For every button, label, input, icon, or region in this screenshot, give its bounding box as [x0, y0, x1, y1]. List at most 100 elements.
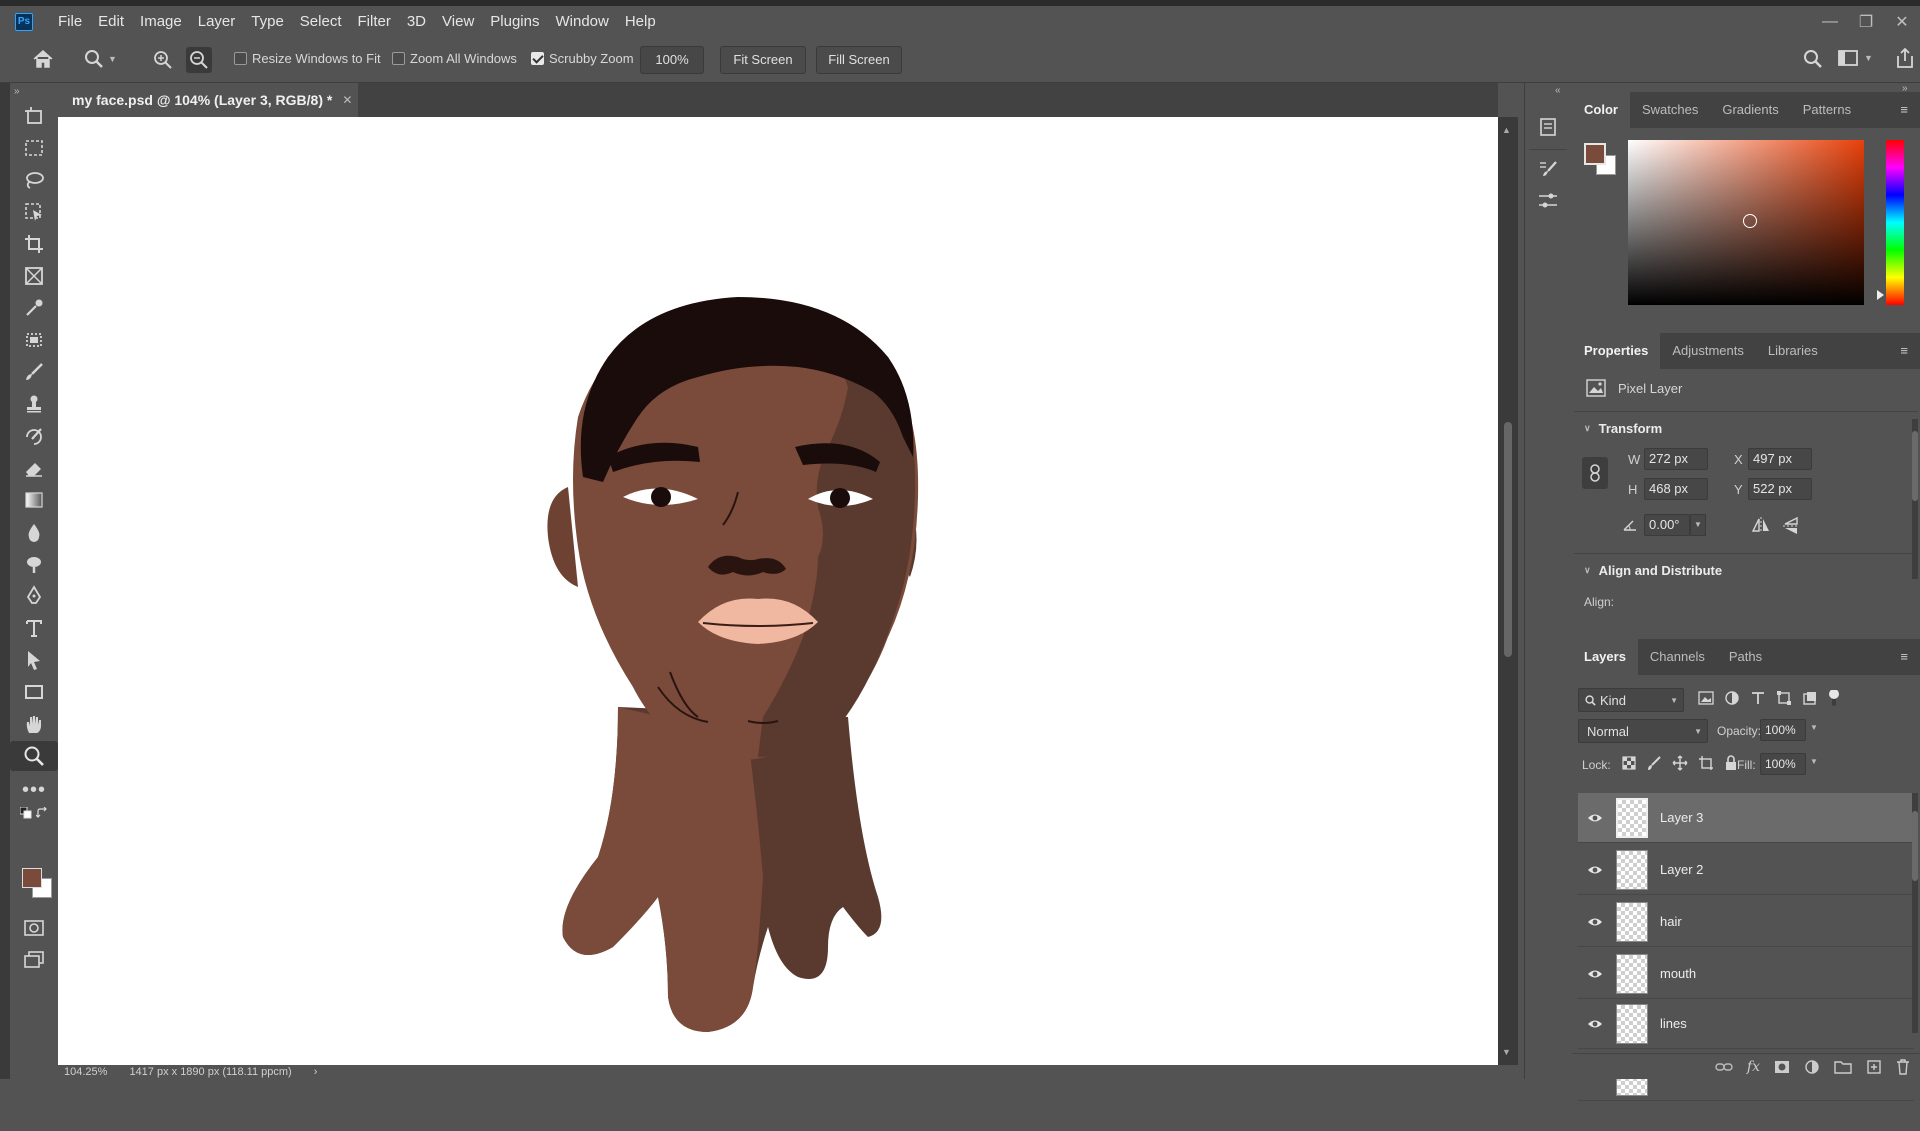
- link-layers-icon[interactable]: [1715, 1061, 1733, 1073]
- more-tools-icon[interactable]: •••: [10, 775, 58, 805]
- artboard-tool-icon[interactable]: [10, 101, 58, 131]
- tab-paths[interactable]: Paths: [1717, 639, 1774, 675]
- collapse-toolbar-icon[interactable]: »: [10, 83, 58, 99]
- path-selection-tool-icon[interactable]: [10, 645, 58, 675]
- lock-position-icon[interactable]: [1672, 755, 1688, 771]
- frame-tool-icon[interactable]: [10, 261, 58, 291]
- lock-all-icon[interactable]: [1724, 755, 1738, 771]
- opacity-field[interactable]: 100%: [1760, 719, 1806, 741]
- filter-adjustment-icon[interactable]: [1724, 690, 1740, 706]
- document-canvas[interactable]: [58, 117, 1498, 1065]
- pen-tool-icon[interactable]: [10, 581, 58, 611]
- align-section-header[interactable]: ∨ Align and Distribute: [1584, 563, 1722, 578]
- home-icon[interactable]: [32, 49, 54, 69]
- gradient-tool-icon[interactable]: [10, 485, 58, 515]
- menu-select[interactable]: Select: [292, 9, 350, 35]
- hand-tool-icon[interactable]: [10, 709, 58, 739]
- minimize-icon[interactable]: —: [1812, 8, 1848, 36]
- screen-mode-icon[interactable]: [10, 945, 58, 975]
- layers-scroll-thumb[interactable]: [1912, 811, 1918, 881]
- delete-layer-icon[interactable]: [1896, 1058, 1910, 1075]
- zoom-percent-box[interactable]: 100%: [640, 46, 704, 74]
- marquee-tool-icon[interactable]: [10, 133, 58, 163]
- clone-stamp-tool-icon[interactable]: [10, 389, 58, 419]
- eraser-tool-icon[interactable]: [10, 453, 58, 483]
- dodge-tool-icon[interactable]: [10, 549, 58, 579]
- rectangle-tool-icon[interactable]: [10, 677, 58, 707]
- menu-window[interactable]: Window: [547, 9, 616, 35]
- layer-row-mouth[interactable]: mouth: [1578, 949, 1914, 999]
- lock-image-pixels-icon[interactable]: [1646, 755, 1662, 771]
- layer-row-layer-2[interactable]: Layer 2: [1578, 845, 1914, 895]
- fill-dropdown-icon[interactable]: ▼: [1810, 757, 1818, 766]
- eye-icon[interactable]: [1578, 865, 1612, 875]
- scroll-down-icon[interactable]: ▼: [1502, 1047, 1511, 1057]
- lock-transparent-pixels-icon[interactable]: [1622, 756, 1636, 770]
- panel-menu-icon[interactable]: ≡: [1888, 639, 1920, 675]
- scroll-up-icon[interactable]: ▲: [1502, 125, 1511, 135]
- height-field[interactable]: 468 px: [1644, 478, 1708, 500]
- y-field[interactable]: 522 px: [1748, 478, 1812, 500]
- tab-color[interactable]: Color: [1572, 92, 1630, 128]
- type-tool-icon[interactable]: [10, 613, 58, 643]
- history-brush-tool-icon[interactable]: [10, 421, 58, 451]
- menu-plugins[interactable]: Plugins: [482, 9, 547, 35]
- menu-file[interactable]: File: [50, 9, 90, 35]
- angle-field[interactable]: 0.00°: [1644, 514, 1690, 536]
- layer-row-hair[interactable]: hair: [1578, 897, 1914, 947]
- transform-section-header[interactable]: ∨ Transform: [1584, 421, 1662, 436]
- zoom-level-readout[interactable]: 104.25%: [64, 1065, 107, 1079]
- properties-scroll-thumb[interactable]: [1912, 431, 1918, 501]
- close-tab-icon[interactable]: ✕: [342, 93, 352, 107]
- lock-artboard-icon[interactable]: [1698, 755, 1714, 771]
- history-panel-icon[interactable]: [1533, 113, 1563, 141]
- properties-scrollbar[interactable]: [1912, 419, 1918, 579]
- menu-view[interactable]: View: [434, 9, 482, 35]
- default-colors-icon[interactable]: [20, 807, 32, 819]
- status-menu-icon[interactable]: ›: [314, 1065, 318, 1079]
- add-mask-icon[interactable]: [1774, 1060, 1790, 1074]
- tab-libraries[interactable]: Libraries: [1756, 333, 1830, 369]
- lasso-tool-icon[interactable]: [10, 165, 58, 195]
- layer-filter-select[interactable]: Kind ▼: [1578, 688, 1684, 712]
- zoom-in-icon[interactable]: [150, 47, 176, 73]
- layer-row-lines[interactable]: lines: [1578, 999, 1914, 1049]
- fit-screen-button[interactable]: Fit Screen: [720, 46, 806, 74]
- tab-swatches[interactable]: Swatches: [1630, 92, 1710, 128]
- filter-pixel-icon[interactable]: [1698, 691, 1714, 705]
- swap-colors-icon[interactable]: [36, 807, 48, 819]
- tab-layers[interactable]: Layers: [1572, 639, 1638, 675]
- close-window-icon[interactable]: ✕: [1884, 8, 1920, 36]
- tab-gradients[interactable]: Gradients: [1710, 92, 1790, 128]
- panel-menu-icon[interactable]: ≡: [1888, 92, 1920, 128]
- blend-mode-select[interactable]: Normal ▼: [1578, 719, 1708, 743]
- workspace-switcher[interactable]: ▼: [1838, 49, 1873, 67]
- eye-icon[interactable]: [1578, 917, 1612, 927]
- layers-scrollbar[interactable]: [1912, 793, 1918, 1033]
- new-layer-icon[interactable]: [1866, 1059, 1882, 1075]
- filter-toggle-icon[interactable]: [1828, 690, 1840, 706]
- fill-screen-button[interactable]: Fill Screen: [816, 46, 902, 74]
- fx-icon[interactable]: fx: [1747, 1059, 1760, 1075]
- object-selection-tool-icon[interactable]: [10, 197, 58, 227]
- angle-dropdown-icon[interactable]: ▼: [1690, 514, 1706, 536]
- restore-icon[interactable]: ❐: [1848, 8, 1884, 36]
- hue-slider-handle[interactable]: [1877, 290, 1884, 300]
- hue-slider[interactable]: [1886, 140, 1904, 305]
- blur-tool-icon[interactable]: [10, 517, 58, 547]
- quick-mask-icon[interactable]: [10, 913, 58, 943]
- filter-shape-icon[interactable]: [1776, 690, 1792, 706]
- share-icon[interactable]: [1895, 47, 1915, 69]
- brush-tool-icon[interactable]: [10, 357, 58, 387]
- adjustments-panel-icon[interactable]: [1533, 187, 1563, 215]
- menu-3d[interactable]: 3D: [399, 9, 434, 35]
- zoom-tool-icon[interactable]: [10, 741, 58, 771]
- new-group-icon[interactable]: [1834, 1060, 1852, 1074]
- eye-icon[interactable]: [1578, 1019, 1612, 1029]
- spot-healing-tool-icon[interactable]: [10, 325, 58, 355]
- eye-icon[interactable]: [1578, 813, 1612, 823]
- tab-properties[interactable]: Properties: [1572, 333, 1661, 369]
- opacity-dropdown-icon[interactable]: ▼: [1810, 723, 1818, 732]
- color-picker-cursor[interactable]: [1743, 214, 1757, 228]
- width-field[interactable]: 272 px: [1644, 448, 1708, 470]
